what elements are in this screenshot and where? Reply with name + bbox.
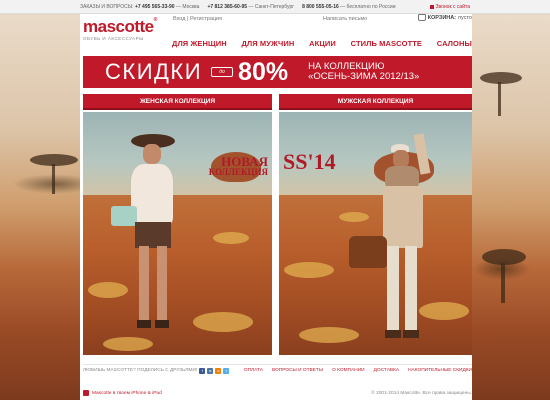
- auth-links: Вход | Регистрация: [173, 16, 222, 22]
- top-info-bar: ЗАКАЗЫ И ВОПРОСЫ: +7 495 565-33-90 — Мос…: [0, 0, 550, 14]
- footer-link-delivery[interactable]: ДОСТАВКА: [374, 368, 399, 373]
- callback-link[interactable]: Звонок с сайта: [429, 4, 470, 10]
- mobile-app-link[interactable]: Mascotte в твоем iPhone & iPad: [83, 390, 162, 396]
- share-text: ЛЮБИШЬ MASCOTTE? ПОДЕЛИСЬ С ДРУЗЬЯМИ!: [83, 368, 198, 373]
- contact-freephone: 8 800 555-05-16 — бесплатно по России: [302, 3, 396, 10]
- men-collection-label[interactable]: МУЖСКАЯ КОЛЛЕКЦИЯ: [279, 94, 472, 110]
- sale-title: СКИДКИ: [105, 59, 203, 84]
- nav-stores[interactable]: САЛОНЫ: [437, 39, 472, 48]
- facebook-icon[interactable]: f: [199, 367, 206, 374]
- trouser-leg: [387, 246, 399, 332]
- footer-link-faq[interactable]: ВОПРОСЫ И ОТВЕТЫ: [272, 368, 323, 373]
- stamp-line1: НОВАЯ: [221, 154, 268, 169]
- shoe: [137, 320, 151, 328]
- shoe: [385, 330, 401, 338]
- printed-shorts: [135, 222, 171, 248]
- sale-upto-badge: до: [211, 67, 234, 77]
- sale-collection-text: НА КОЛЛЕКЦИЮ «ОСЕНЬ-ЗИМА 2012/13»: [308, 60, 420, 83]
- light-jacket: [383, 186, 423, 248]
- sale-percent: 80%: [238, 57, 289, 86]
- auth-separator: |: [186, 16, 189, 22]
- leather-duffel-bag: [349, 236, 387, 268]
- logo-registered-mark: ®: [153, 17, 158, 23]
- nav-women[interactable]: ДЛЯ ЖЕНЩИН: [172, 39, 227, 48]
- nav-promotions[interactable]: АКЦИИ: [309, 39, 336, 48]
- cart-widget[interactable]: КОРЗИНА: пусто: [417, 14, 472, 21]
- women-collection-label[interactable]: ЖЕНСКАЯ КОЛЛЕКЦИЯ: [83, 94, 272, 110]
- main-panel: mascotte® ОБУВЬ И АКСЕССУАРЫ Вход | Реги…: [80, 14, 472, 400]
- face: [143, 144, 161, 164]
- share-block: ЛЮБИШЬ MASCOTTE? ПОДЕЛИСЬ С ДРУЗЬЯМИ! f …: [83, 367, 230, 374]
- phone-icon: [429, 4, 434, 9]
- nav-men[interactable]: ДЛЯ МУЖЧИН: [241, 39, 294, 48]
- nav-style[interactable]: СТИЛЬ MASCOTTE: [351, 39, 422, 48]
- logo-tagline: ОБУВЬ И АКСЕССУАРЫ: [83, 36, 144, 41]
- spinifex-grass: [193, 312, 253, 332]
- odnoklassniki-icon[interactable]: о: [215, 367, 222, 374]
- twitter-icon[interactable]: t: [223, 367, 230, 374]
- men-collection-photo[interactable]: SS'14: [279, 112, 472, 355]
- stamp-line2: КОЛЛЕКЦИЯ: [208, 166, 268, 177]
- copyright: © 2001-2014 Mascotte. Все права защищены…: [371, 390, 472, 396]
- shoe: [155, 320, 169, 328]
- cart-status: пусто: [458, 14, 472, 21]
- background-left-savanna: [0, 14, 80, 400]
- woman-model: [111, 134, 193, 334]
- white-blouse: [131, 164, 173, 224]
- contact-moscow: ЗАКАЗЫ И ВОПРОСЫ: +7 495 565-33-90 — Мос…: [80, 3, 200, 10]
- sale-banner[interactable]: СКИДКИ до 80% НА КОЛЛЕКЦИЮ «ОСЕНЬ-ЗИМА 2…: [83, 56, 472, 88]
- contact-spb: +7 812 385-60-95 — Санкт-Петербург: [207, 3, 295, 10]
- shopping-bag-icon: [417, 14, 426, 21]
- apple-icon: [83, 390, 89, 396]
- mascotte-logo[interactable]: mascotte® ОБУВЬ И АКСЕССУАРЫ: [83, 17, 158, 42]
- footer-bottom-row: Mascotte в твоем iPhone & iPad © 2001-20…: [83, 388, 472, 398]
- spinifex-grass: [213, 232, 249, 244]
- leg: [139, 246, 149, 322]
- footer-link-discounts[interactable]: НАКОПИТЕЛЬНЫЕ СКИДКИ: [408, 368, 472, 373]
- spinifex-grass: [103, 337, 153, 351]
- footer-link-payment[interactable]: ОПЛАТА: [244, 368, 263, 373]
- man-model: [349, 124, 459, 349]
- sale-collection-line2: «ОСЕНЬ-ЗИМА 2012/13»: [308, 71, 420, 82]
- main-nav: ДЛЯ ЖЕНЩИН ДЛЯ МУЖЧИН АКЦИИ СТИЛЬ MASCOT…: [172, 39, 472, 48]
- new-collection-stamp: НОВАЯ КОЛЛЕКЦИЯ: [208, 154, 268, 177]
- ss14-stamp: SS'14: [283, 149, 336, 174]
- background-right-savanna: [472, 14, 550, 400]
- footer-nav: ОПЛАТА ВОПРОСЫ И ОТВЕТЫ О КОМПАНИИ ДОСТА…: [244, 368, 472, 373]
- spinifex-grass: [284, 262, 334, 278]
- register-link[interactable]: Регистрация: [190, 16, 222, 22]
- sale-collection-line1: НА КОЛЛЕКЦИЮ: [308, 60, 385, 72]
- shoe: [403, 330, 419, 338]
- vkontakte-icon[interactable]: в: [207, 367, 214, 374]
- logo-wordmark: mascotte: [83, 17, 154, 36]
- trouser-leg: [405, 246, 417, 332]
- women-collection-photo[interactable]: НОВАЯ КОЛЛЕКЦИЯ: [83, 112, 272, 355]
- write-letter-link[interactable]: Написать письмо: [323, 16, 367, 22]
- mobile-app-text: Mascotte в твоем iPhone & iPad: [92, 390, 162, 396]
- footer-link-about[interactable]: О КОМПАНИИ: [332, 368, 365, 373]
- site-header: mascotte® ОБУВЬ И АКСЕССУАРЫ Вход | Реги…: [80, 14, 472, 54]
- mint-handbag: [111, 206, 137, 226]
- cart-label: КОРЗИНА:: [427, 14, 457, 21]
- footer-links-row: ЛЮБИШЬ MASCOTTE? ПОДЕЛИСЬ С ДРУЗЬЯМИ! f …: [83, 364, 472, 376]
- leg: [157, 246, 167, 322]
- login-link[interactable]: Вход: [173, 16, 185, 22]
